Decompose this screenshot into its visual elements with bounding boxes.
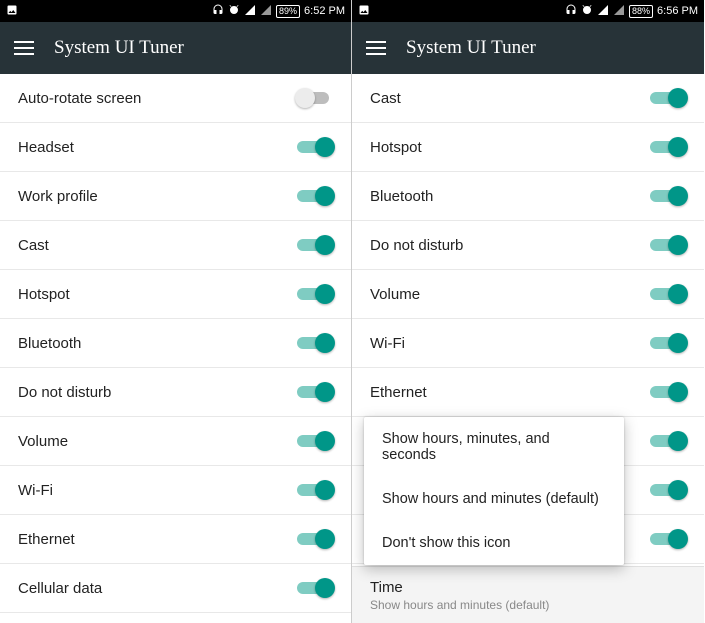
list-item[interactable]: Cellular data <box>0 564 351 613</box>
app-title: System UI Tuner <box>54 37 184 59</box>
toggle-switch[interactable] <box>650 480 686 500</box>
time-options-popup: Show hours, minutes, and seconds Show ho… <box>364 417 624 565</box>
clock-text: 6:52 PM <box>304 5 345 17</box>
list-item[interactable]: Bluetooth <box>0 319 351 368</box>
list-item[interactable]: Work profile <box>0 172 351 221</box>
list-item[interactable]: Volume <box>0 417 351 466</box>
toggle-switch[interactable] <box>650 235 686 255</box>
screen-right: 88% 6:56 PM System UI Tuner Cast Hotspot B… <box>352 0 704 623</box>
toggle-switch[interactable] <box>297 186 333 206</box>
list-item[interactable]: Do not disturb <box>0 368 351 417</box>
toggle-switch[interactable] <box>297 480 333 500</box>
signal-icon <box>244 4 256 19</box>
list-item-label: Cast <box>370 90 650 107</box>
alarm-icon <box>228 4 240 19</box>
headset-icon <box>212 4 224 19</box>
app-bar: System UI Tuner <box>0 22 351 74</box>
toggle-switch[interactable] <box>650 284 686 304</box>
list-item[interactable]: Headset <box>0 123 351 172</box>
headset-icon <box>565 4 577 19</box>
picture-icon <box>6 4 18 19</box>
toggle-switch[interactable] <box>297 333 333 353</box>
battery-level: 89% <box>276 5 300 18</box>
list-item-label: Headset <box>18 139 297 156</box>
time-section: Time Show hours and minutes (default) <box>352 566 704 623</box>
settings-list: Auto-rotate screen Headset Work profile Cas… <box>0 74 351 613</box>
signal-icon-2 <box>260 4 272 19</box>
time-title: Time <box>370 579 549 596</box>
list-item-label: Hotspot <box>18 286 297 303</box>
toggle-switch[interactable] <box>297 578 333 598</box>
toggle-switch[interactable] <box>297 137 333 157</box>
list-item-label: Wi-Fi <box>370 335 650 352</box>
clock-text: 6:56 PM <box>657 5 698 17</box>
popup-option[interactable]: Show hours, minutes, and seconds <box>364 417 624 477</box>
toggle-switch[interactable] <box>297 88 333 108</box>
battery-level: 88% <box>629 5 653 18</box>
toggle-switch[interactable] <box>297 284 333 304</box>
list-item-label: Ethernet <box>18 531 297 548</box>
list-item-label: Volume <box>18 433 297 450</box>
list-item-label: Cast <box>18 237 297 254</box>
toggle-switch[interactable] <box>297 382 333 402</box>
list-item[interactable]: Hotspot <box>0 270 351 319</box>
list-item[interactable]: Volume <box>352 270 704 319</box>
toggle-switch[interactable] <box>650 333 686 353</box>
list-item-label: Hotspot <box>370 139 650 156</box>
list-item[interactable]: Do not disturb <box>352 221 704 270</box>
alarm-icon <box>581 4 593 19</box>
list-item-label: Bluetooth <box>18 335 297 352</box>
toggle-switch[interactable] <box>297 235 333 255</box>
list-item[interactable]: Cast <box>352 74 704 123</box>
toggle-switch[interactable] <box>297 431 333 451</box>
toggle-switch[interactable] <box>650 137 686 157</box>
toggle-switch[interactable] <box>650 382 686 402</box>
toggle-switch[interactable] <box>297 529 333 549</box>
list-item-label: Bluetooth <box>370 188 650 205</box>
list-item-label: Ethernet <box>370 384 650 401</box>
menu-icon[interactable] <box>14 41 34 55</box>
list-item[interactable]: Ethernet <box>352 368 704 417</box>
popup-option[interactable]: Don't show this icon <box>364 521 624 565</box>
list-item[interactable]: Ethernet <box>0 515 351 564</box>
list-item[interactable]: Hotspot <box>352 123 704 172</box>
list-item-label: Auto-rotate screen <box>18 90 297 107</box>
toggle-switch[interactable] <box>650 431 686 451</box>
list-item[interactable]: Bluetooth <box>352 172 704 221</box>
toggle-switch[interactable] <box>650 529 686 549</box>
time-subtitle: Show hours and minutes (default) <box>370 598 549 612</box>
list-item-label: Do not disturb <box>370 237 650 254</box>
list-item[interactable]: Cast <box>0 221 351 270</box>
list-item[interactable]: Wi-Fi <box>352 319 704 368</box>
menu-icon[interactable] <box>366 41 386 55</box>
picture-icon <box>358 4 370 19</box>
list-item-label: Do not disturb <box>18 384 297 401</box>
list-item-label: Cellular data <box>18 580 297 597</box>
toggle-switch[interactable] <box>650 88 686 108</box>
app-bar: System UI Tuner <box>352 22 704 74</box>
list-item-label: Volume <box>370 286 650 303</box>
app-title: System UI Tuner <box>406 37 536 59</box>
list-item-label: Work profile <box>18 188 297 205</box>
signal-icon <box>597 4 609 19</box>
screen-left: 89% 6:52 PM System UI Tuner Auto-rotate … <box>0 0 352 623</box>
toggle-switch[interactable] <box>650 186 686 206</box>
list-item[interactable]: Auto-rotate screen <box>0 74 351 123</box>
popup-option[interactable]: Show hours and minutes (default) <box>364 477 624 521</box>
list-item-label: Wi-Fi <box>18 482 297 499</box>
list-item[interactable]: Wi-Fi <box>0 466 351 515</box>
signal-icon-2 <box>613 4 625 19</box>
time-row[interactable]: Time Show hours and minutes (default) <box>352 567 704 623</box>
status-bar: 88% 6:56 PM <box>352 0 704 22</box>
status-bar: 89% 6:52 PM <box>0 0 351 22</box>
